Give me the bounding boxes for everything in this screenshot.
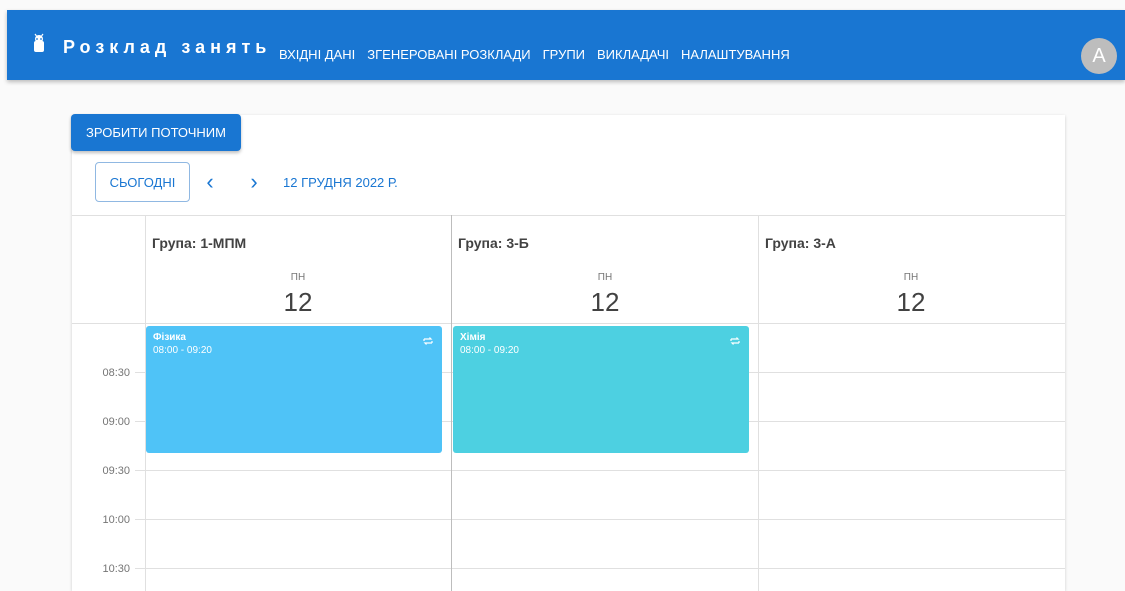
repeat-icon bbox=[423, 337, 433, 345]
time-label: 09:00 bbox=[102, 416, 130, 428]
make-current-button[interactable]: ЗРОБИТИ ПОТОЧНИМ bbox=[71, 114, 241, 151]
grid-line bbox=[145, 568, 1065, 569]
event-title: Хімія bbox=[460, 332, 486, 343]
header-divider bbox=[72, 215, 1065, 216]
grid-line bbox=[145, 519, 1065, 520]
time-label: 08:30 bbox=[102, 367, 130, 379]
time-label: 09:30 bbox=[102, 465, 130, 477]
day-number-2: 12 bbox=[590, 287, 620, 317]
android-logo-icon bbox=[34, 33, 44, 52]
repeat-icon bbox=[730, 337, 740, 345]
day-name-2: ПН bbox=[597, 272, 613, 283]
time-label: 10:30 bbox=[102, 563, 130, 575]
app-bar: Розклад занять ВХІДНІ ДАНІ ЗГЕНЕРОВАНІ Р… bbox=[7, 10, 1125, 80]
time-label: 10:00 bbox=[102, 514, 130, 526]
time-tick bbox=[135, 568, 145, 569]
event-time: 08:00 - 09:20 bbox=[460, 345, 519, 356]
nav-settings[interactable]: НАЛАШТУВАННЯ bbox=[681, 47, 790, 62]
day-number-3: 12 bbox=[896, 287, 926, 317]
event-time: 08:00 - 09:20 bbox=[153, 345, 212, 356]
nav-groups[interactable]: ГРУПИ bbox=[543, 47, 585, 62]
current-date-label[interactable]: 12 ГРУДНЯ 2022 Р. bbox=[283, 175, 398, 190]
chevron-left-icon[interactable]: ‹ bbox=[200, 171, 220, 193]
event-title: Фізика bbox=[153, 332, 186, 343]
event-chemistry[interactable]: Хімія 08:00 - 09:20 bbox=[453, 326, 749, 453]
time-tick bbox=[135, 519, 145, 520]
timeline-divider bbox=[72, 323, 1065, 324]
time-tick bbox=[135, 421, 145, 422]
day-name-1: ПН bbox=[290, 272, 306, 283]
column-divider bbox=[451, 215, 452, 591]
app-title: Розклад занять bbox=[63, 37, 272, 57]
grid-line bbox=[145, 470, 1065, 471]
time-tick bbox=[135, 372, 145, 373]
group-title-2: Група: 3-Б bbox=[458, 235, 529, 251]
group-title-3: Група: 3-А bbox=[765, 235, 836, 251]
user-avatar[interactable]: A bbox=[1081, 38, 1117, 74]
nav-input-data[interactable]: ВХІДНІ ДАНІ bbox=[279, 47, 355, 62]
column-divider bbox=[758, 215, 759, 591]
day-name-3: ПН bbox=[903, 272, 919, 283]
event-physics[interactable]: Фізика 08:00 - 09:20 bbox=[146, 326, 442, 453]
nav-teachers[interactable]: ВИКЛАДАЧІ bbox=[597, 47, 669, 62]
group-title-1: Група: 1-МПМ bbox=[152, 235, 247, 251]
time-tick bbox=[135, 470, 145, 471]
main-nav: ВХІДНІ ДАНІ ЗГЕНЕРОВАНІ РОЗКЛАДИ ГРУПИ В… bbox=[279, 47, 790, 62]
day-number-1: 12 bbox=[283, 287, 313, 317]
today-button[interactable]: СЬОГОДНІ bbox=[95, 162, 190, 202]
chevron-right-icon[interactable]: › bbox=[244, 171, 264, 193]
nav-generated-schedules[interactable]: ЗГЕНЕРОВАНІ РОЗКЛАДИ bbox=[367, 47, 530, 62]
